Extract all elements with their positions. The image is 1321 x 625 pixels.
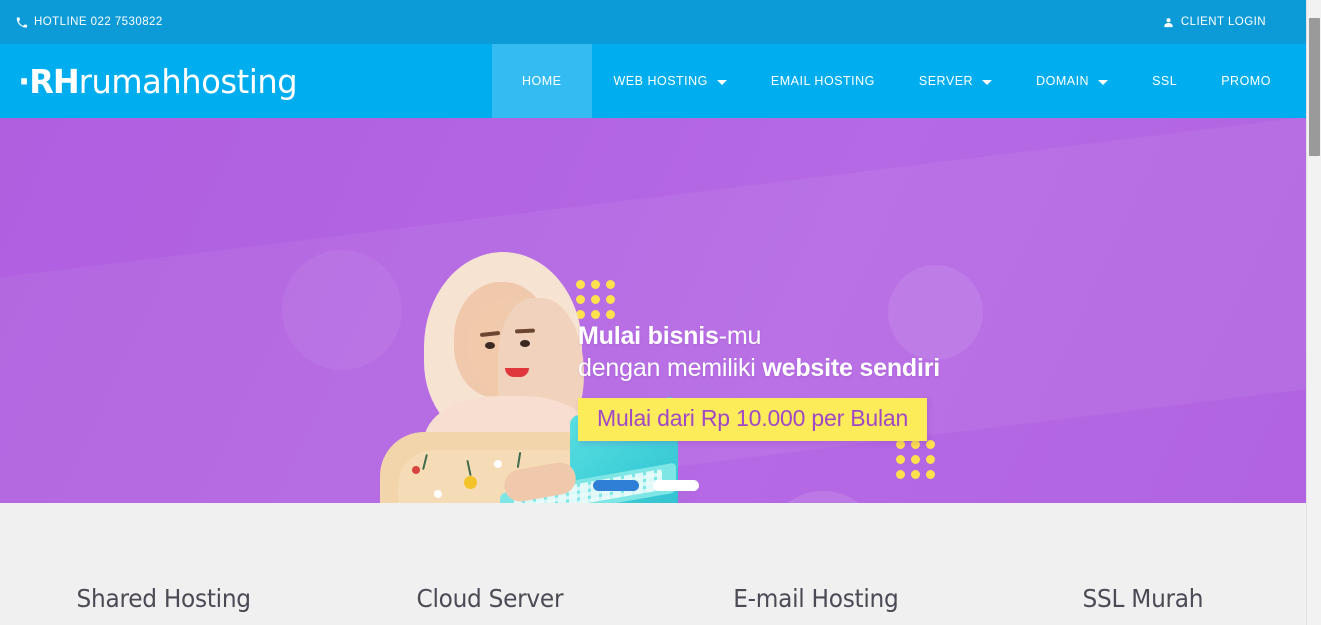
browser-page: HOTLINE 022 7530822 CLIENT LOGIN ·RHruma… <box>0 0 1321 625</box>
blouse-flower <box>412 466 420 474</box>
blouse-flower <box>434 490 442 498</box>
service-card-cloud-server[interactable]: Cloud Server <box>327 503 654 625</box>
nav-item-promo[interactable]: PROMO <box>1199 44 1293 118</box>
logo-mark: ·RH <box>18 61 80 101</box>
hero-price-badge: Mulai dari Rp 10.000 per Bulan <box>578 398 928 441</box>
scrollbar-up-arrow[interactable] <box>1307 0 1321 15</box>
chevron-down-icon <box>1098 79 1109 85</box>
hero-carousel-indicators <box>593 480 699 491</box>
nav-item-ssl[interactable]: SSL <box>1130 44 1199 118</box>
hero-headline-bold-1: Mulai bisnis <box>578 322 719 350</box>
services-strip: Shared Hosting Cloud Server E-mail Hosti… <box>0 503 1306 625</box>
nav-item-email-hosting[interactable]: EMAIL HOSTING <box>749 44 897 118</box>
scrollbar-down-arrow[interactable] <box>1307 610 1321 625</box>
service-title-email-hosting: E-mail Hosting <box>733 584 900 613</box>
service-card-email-hosting[interactable]: E-mail Hosting <box>653 503 980 625</box>
nav-item-domain[interactable]: DOMAIN <box>1014 44 1130 118</box>
top-utility-bar-inner: HOTLINE 022 7530822 CLIENT LOGIN <box>0 0 1306 44</box>
logo-wordmark: rumahhosting <box>78 61 298 101</box>
nav-item-promo-label: PROMO <box>1221 74 1271 88</box>
site-header: ·RHrumahhosting HOME WEB HOSTING EMAIL H… <box>0 44 1306 118</box>
site-logo[interactable]: ·RHrumahhosting <box>18 44 306 118</box>
hero-banner: Mulai bisnis-mu dengan memiliki website … <box>0 118 1306 503</box>
nav-item-web-hosting-label: WEB HOSTING <box>613 74 708 88</box>
user-icon <box>1163 17 1174 28</box>
nav-item-home[interactable]: HOME <box>492 44 592 118</box>
service-card-ssl-murah[interactable]: SSL Murah <box>980 503 1307 625</box>
service-card-shared-hosting[interactable]: Shared Hosting <box>0 503 327 625</box>
scrollbar-thumb[interactable] <box>1309 18 1320 156</box>
blouse-flower <box>464 476 477 489</box>
nav-item-server-label: SERVER <box>918 74 974 88</box>
hero-headline-bold-2: website sendiri <box>762 354 941 382</box>
top-utility-bar: HOTLINE 022 7530822 CLIENT LOGIN <box>0 0 1306 44</box>
nav-item-email-hosting-label: EMAIL HOSTING <box>770 74 875 88</box>
main-navigation: HOME WEB HOSTING EMAIL HOSTING SERVER DO… <box>492 44 1293 118</box>
blouse-flower <box>494 460 502 468</box>
nav-item-ssl-label: SSL <box>1152 74 1178 88</box>
person-eye-right <box>520 340 530 347</box>
hotline-label: HOTLINE 022 7530822 <box>34 16 163 28</box>
hero-headline-pre-2: dengan memiliki <box>578 354 763 382</box>
nav-item-web-hosting[interactable]: WEB HOSTING <box>592 44 749 118</box>
nav-item-home-label: HOME <box>522 74 562 88</box>
hero-headline-line-2: dengan memiliki website sendiri <box>578 352 1048 384</box>
service-title-ssl-murah: SSL Murah <box>1082 584 1204 613</box>
client-login-link[interactable]: CLIENT LOGIN <box>1163 16 1288 28</box>
hotline-link[interactable]: HOTLINE 022 7530822 <box>16 16 163 28</box>
hero-headline-rest-1: -mu <box>718 322 762 350</box>
vertical-scrollbar[interactable] <box>1306 0 1321 625</box>
hero-headline-line-1: Mulai bisnis-mu <box>578 320 1048 352</box>
page-viewport: HOTLINE 022 7530822 CLIENT LOGIN ·RHruma… <box>0 0 1306 625</box>
chevron-down-icon <box>716 79 727 85</box>
phone-icon <box>16 16 27 28</box>
carousel-dot-1[interactable] <box>593 480 639 491</box>
dot-grid-bottom-icon <box>896 440 935 479</box>
client-login-label: CLIENT LOGIN <box>1180 16 1266 28</box>
service-title-cloud-server: Cloud Server <box>416 584 564 613</box>
site-logo-text: ·RHrumahhosting <box>18 61 298 101</box>
service-title-shared-hosting: Shared Hosting <box>76 584 251 613</box>
nav-item-domain-label: DOMAIN <box>1036 74 1090 88</box>
chevron-down-icon <box>982 79 993 85</box>
person-eye-left <box>485 342 495 349</box>
hero-decor-circle-big <box>764 491 882 503</box>
nav-item-server[interactable]: SERVER <box>897 44 1014 118</box>
hero-copy: Mulai bisnis-mu dengan memiliki website … <box>578 320 1048 441</box>
carousel-dot-2[interactable] <box>653 480 699 491</box>
